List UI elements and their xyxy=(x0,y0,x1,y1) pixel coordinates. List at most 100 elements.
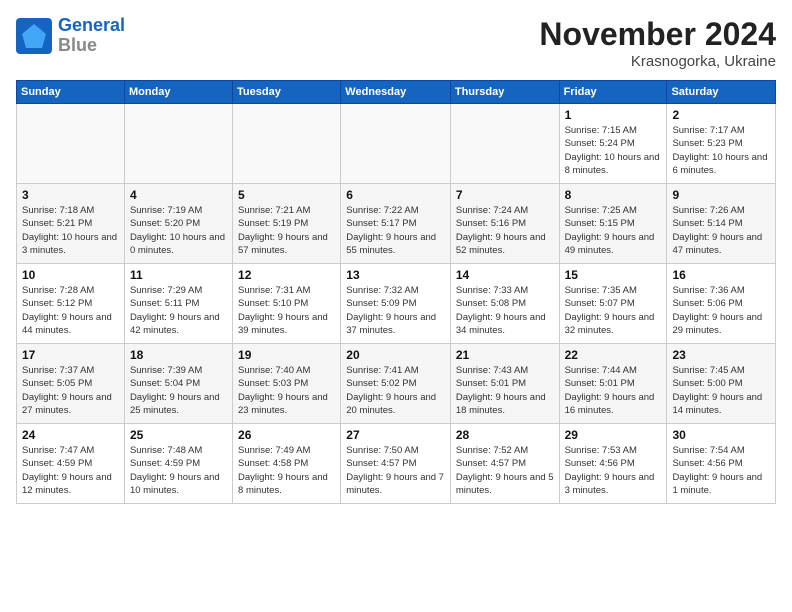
calendar-cell xyxy=(233,104,341,184)
day-number: 16 xyxy=(672,268,770,282)
month-title: November 2024 xyxy=(539,16,776,53)
page-header: General Blue November 2024 Krasnogorka, … xyxy=(16,16,776,70)
day-number: 26 xyxy=(238,428,335,442)
calendar-cell: 12 Sunrise: 7:31 AM Sunset: 5:10 PM Dayli… xyxy=(233,264,341,344)
day-number: 18 xyxy=(130,348,227,362)
calendar-cell: 28 Sunrise: 7:52 AM Sunset: 4:57 PM Dayli… xyxy=(450,424,559,504)
calendar-cell: 22 Sunrise: 7:44 AM Sunset: 5:01 PM Dayli… xyxy=(559,344,667,424)
calendar-cell: 3Sunrise: 7:18 AM Sunset: 5:21 PM Daylig… xyxy=(17,184,125,264)
calendar-cell: 6Sunrise: 7:22 AM Sunset: 5:17 PM Daylig… xyxy=(341,184,451,264)
calendar-cell: 13 Sunrise: 7:32 AM Sunset: 5:09 PM Dayli… xyxy=(341,264,451,344)
day-info: Sunrise: 7:50 AM Sunset: 4:57 PM Dayligh… xyxy=(346,444,445,497)
day-info: Sunrise: 7:52 AM Sunset: 4:57 PM Dayligh… xyxy=(456,444,554,497)
day-info: Sunrise: 7:28 AM Sunset: 5:12 PM Dayligh… xyxy=(22,284,119,337)
day-header-saturday: Saturday xyxy=(667,81,776,104)
day-number: 5 xyxy=(238,188,335,202)
day-number: 19 xyxy=(238,348,335,362)
day-number: 9 xyxy=(672,188,770,202)
day-info: Sunrise: 7:36 AM Sunset: 5:06 PM Dayligh… xyxy=(672,284,770,337)
calendar-cell: 5 Sunrise: 7:21 AM Sunset: 5:19 PM Daylig… xyxy=(233,184,341,264)
calendar-cell: 27 Sunrise: 7:50 AM Sunset: 4:57 PM Dayli… xyxy=(341,424,451,504)
day-info: Sunrise: 7:17 AM Sunset: 5:23 PM Dayligh… xyxy=(672,124,770,177)
day-info: Sunrise: 7:31 AM Sunset: 5:10 PM Dayligh… xyxy=(238,284,335,337)
day-header-friday: Friday xyxy=(559,81,667,104)
calendar-cell: 20 Sunrise: 7:41 AM Sunset: 5:02 PM Dayli… xyxy=(341,344,451,424)
calendar-cell: 29 Sunrise: 7:53 AM Sunset: 4:56 PM Dayli… xyxy=(559,424,667,504)
day-header-thursday: Thursday xyxy=(450,81,559,104)
week-row-4: 24 Sunrise: 7:47 AM Sunset: 4:59 PM Dayli… xyxy=(17,424,776,504)
calendar-cell: 7Sunrise: 7:24 AM Sunset: 5:16 PM Daylig… xyxy=(450,184,559,264)
day-number: 7 xyxy=(456,188,554,202)
day-number: 20 xyxy=(346,348,445,362)
calendar-cell: 9Sunrise: 7:26 AM Sunset: 5:14 PM Daylig… xyxy=(667,184,776,264)
day-info: Sunrise: 7:25 AM Sunset: 5:15 PM Dayligh… xyxy=(565,204,662,257)
day-number: 27 xyxy=(346,428,445,442)
day-info: Sunrise: 7:21 AM Sunset: 5:19 PM Dayligh… xyxy=(238,204,335,257)
calendar-cell: 4Sunrise: 7:19 AM Sunset: 5:20 PM Daylig… xyxy=(124,184,232,264)
calendar-cell xyxy=(341,104,451,184)
calendar-cell: 19 Sunrise: 7:40 AM Sunset: 5:03 PM Dayli… xyxy=(233,344,341,424)
day-number: 12 xyxy=(238,268,335,282)
calendar-cell: 17 Sunrise: 7:37 AM Sunset: 5:05 PM Dayli… xyxy=(17,344,125,424)
calendar-cell: 21Sunrise: 7:43 AM Sunset: 5:01 PM Dayli… xyxy=(450,344,559,424)
day-info: Sunrise: 7:44 AM Sunset: 5:01 PM Dayligh… xyxy=(565,364,662,417)
day-number: 3 xyxy=(22,188,119,202)
day-info: Sunrise: 7:54 AM Sunset: 4:56 PM Dayligh… xyxy=(672,444,770,497)
day-number: 13 xyxy=(346,268,445,282)
week-row-1: 3Sunrise: 7:18 AM Sunset: 5:21 PM Daylig… xyxy=(17,184,776,264)
day-number: 15 xyxy=(565,268,662,282)
day-info: Sunrise: 7:32 AM Sunset: 5:09 PM Dayligh… xyxy=(346,284,445,337)
day-info: Sunrise: 7:45 AM Sunset: 5:00 PM Dayligh… xyxy=(672,364,770,417)
day-info: Sunrise: 7:37 AM Sunset: 5:05 PM Dayligh… xyxy=(22,364,119,417)
day-number: 23 xyxy=(672,348,770,362)
calendar-cell: 23 Sunrise: 7:45 AM Sunset: 5:00 PM Dayli… xyxy=(667,344,776,424)
day-info: Sunrise: 7:41 AM Sunset: 5:02 PM Dayligh… xyxy=(346,364,445,417)
calendar: SundayMondayTuesdayWednesdayThursdayFrid… xyxy=(16,80,776,504)
day-number: 22 xyxy=(565,348,662,362)
day-number: 17 xyxy=(22,348,119,362)
day-info: Sunrise: 7:53 AM Sunset: 4:56 PM Dayligh… xyxy=(565,444,662,497)
day-header-wednesday: Wednesday xyxy=(341,81,451,104)
day-number: 29 xyxy=(565,428,662,442)
calendar-header-row: SundayMondayTuesdayWednesdayThursdayFrid… xyxy=(17,81,776,104)
calendar-cell: 10 Sunrise: 7:28 AM Sunset: 5:12 PM Dayli… xyxy=(17,264,125,344)
day-info: Sunrise: 7:47 AM Sunset: 4:59 PM Dayligh… xyxy=(22,444,119,497)
day-number: 11 xyxy=(130,268,227,282)
location: Krasnogorka, Ukraine xyxy=(539,53,776,70)
day-number: 30 xyxy=(672,428,770,442)
day-info: Sunrise: 7:15 AM Sunset: 5:24 PM Dayligh… xyxy=(565,124,662,177)
calendar-cell xyxy=(17,104,125,184)
week-row-3: 17 Sunrise: 7:37 AM Sunset: 5:05 PM Dayli… xyxy=(17,344,776,424)
day-number: 25 xyxy=(130,428,227,442)
calendar-cell: 30 Sunrise: 7:54 AM Sunset: 4:56 PM Dayli… xyxy=(667,424,776,504)
calendar-cell: 25 Sunrise: 7:48 AM Sunset: 4:59 PM Dayli… xyxy=(124,424,232,504)
calendar-cell: 26 Sunrise: 7:49 AM Sunset: 4:58 PM Dayli… xyxy=(233,424,341,504)
calendar-cell: 15 Sunrise: 7:35 AM Sunset: 5:07 PM Dayli… xyxy=(559,264,667,344)
calendar-cell: 2Sunrise: 7:17 AM Sunset: 5:23 PM Daylig… xyxy=(667,104,776,184)
logo: General Blue xyxy=(16,16,125,56)
day-number: 10 xyxy=(22,268,119,282)
day-number: 24 xyxy=(22,428,119,442)
day-number: 8 xyxy=(565,188,662,202)
day-info: Sunrise: 7:35 AM Sunset: 5:07 PM Dayligh… xyxy=(565,284,662,337)
calendar-cell: 8 Sunrise: 7:25 AM Sunset: 5:15 PM Daylig… xyxy=(559,184,667,264)
day-info: Sunrise: 7:48 AM Sunset: 4:59 PM Dayligh… xyxy=(130,444,227,497)
week-row-0: 1Sunrise: 7:15 AM Sunset: 5:24 PM Daylig… xyxy=(17,104,776,184)
day-info: Sunrise: 7:49 AM Sunset: 4:58 PM Dayligh… xyxy=(238,444,335,497)
day-number: 4 xyxy=(130,188,227,202)
day-header-tuesday: Tuesday xyxy=(233,81,341,104)
calendar-cell: 16 Sunrise: 7:36 AM Sunset: 5:06 PM Dayli… xyxy=(667,264,776,344)
week-row-2: 10 Sunrise: 7:28 AM Sunset: 5:12 PM Dayli… xyxy=(17,264,776,344)
day-info: Sunrise: 7:39 AM Sunset: 5:04 PM Dayligh… xyxy=(130,364,227,417)
title-block: November 2024 Krasnogorka, Ukraine xyxy=(539,16,776,70)
calendar-cell: 11 Sunrise: 7:29 AM Sunset: 5:11 PM Dayli… xyxy=(124,264,232,344)
day-number: 28 xyxy=(456,428,554,442)
day-info: Sunrise: 7:40 AM Sunset: 5:03 PM Dayligh… xyxy=(238,364,335,417)
day-info: Sunrise: 7:29 AM Sunset: 5:11 PM Dayligh… xyxy=(130,284,227,337)
day-number: 14 xyxy=(456,268,554,282)
logo-text: General Blue xyxy=(58,16,125,56)
day-info: Sunrise: 7:43 AM Sunset: 5:01 PM Dayligh… xyxy=(456,364,554,417)
calendar-cell: 1Sunrise: 7:15 AM Sunset: 5:24 PM Daylig… xyxy=(559,104,667,184)
calendar-cell: 24 Sunrise: 7:47 AM Sunset: 4:59 PM Dayli… xyxy=(17,424,125,504)
day-number: 6 xyxy=(346,188,445,202)
